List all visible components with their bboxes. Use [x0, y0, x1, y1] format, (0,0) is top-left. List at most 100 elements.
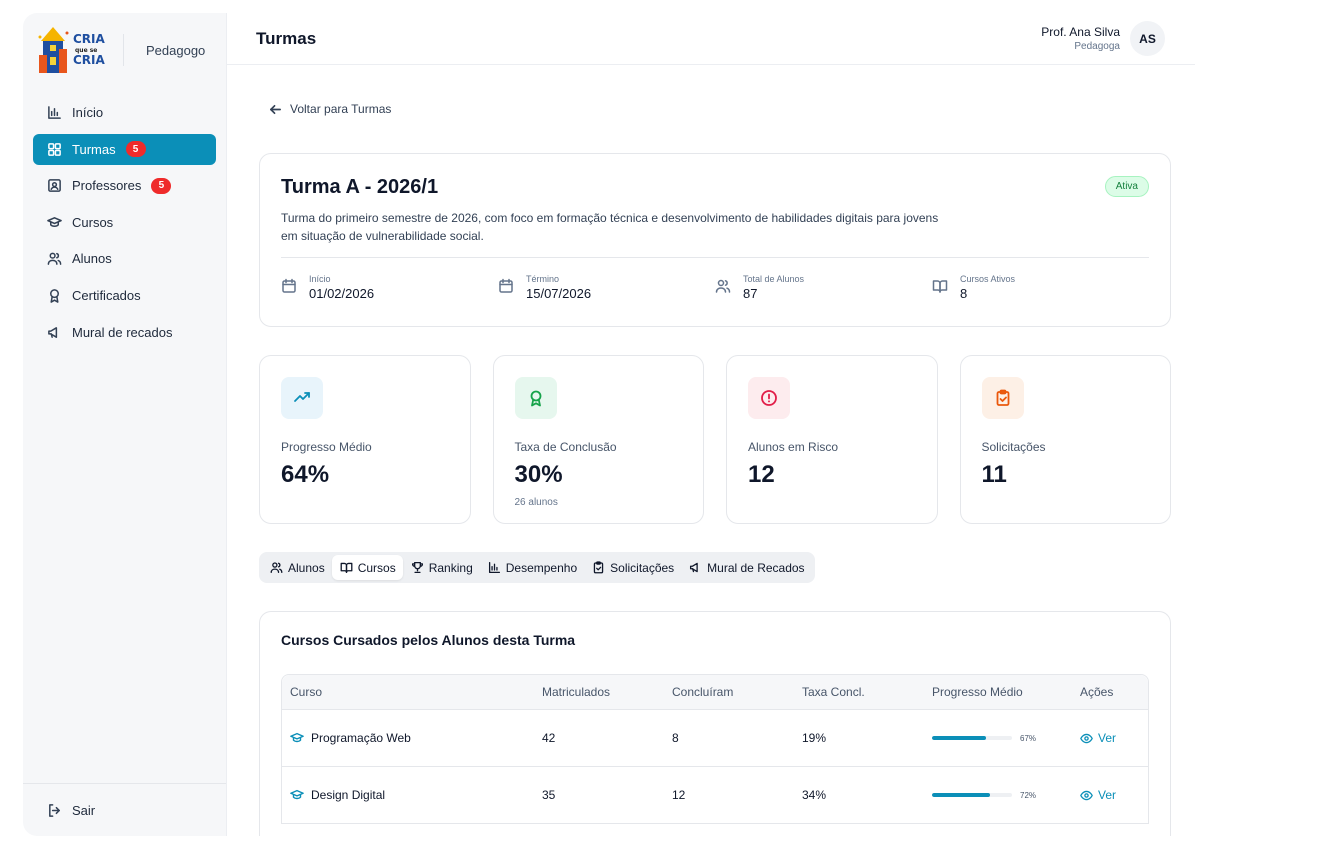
tab-label: Solicitações [610, 560, 675, 575]
main-area: Turmas Prof. Ana Silva Pedagoga AS Volta… [227, 13, 1195, 836]
actions-cell: Ver [1080, 731, 1140, 745]
col-header-matriculados[interactable]: Matriculados [542, 685, 672, 699]
sidebar-item-turmas[interactable]: Turmas 5 [33, 133, 216, 165]
kpi-row: Progresso Médio 64% Taxa de Conclusão 30… [259, 355, 1171, 524]
kpi-value: 30% [514, 461, 563, 488]
sidebar-item-inicio[interactable]: Início [33, 97, 216, 128]
avatar[interactable]: AS [1130, 21, 1165, 56]
logout-button[interactable]: Sair [23, 783, 226, 836]
table-row[interactable]: Programação Web 42 8 19% 67% Ver [282, 710, 1148, 767]
award-icon [50, 289, 59, 303]
kpi-taxa-conclusao: Taxa de Conclusão 30% 26 alunos [492, 355, 704, 524]
kpi-value: 64% [281, 461, 330, 488]
col-header-taxa[interactable]: Taxa Concl. [802, 685, 932, 699]
courses-card: Cursos Cursados pelos Alunos desta Turma… [259, 611, 1171, 836]
view-button-label: Ver [1098, 731, 1117, 745]
view-button-label: Ver [1098, 788, 1117, 802]
topbar: Turmas Prof. Ana Silva Pedagoga AS [227, 13, 1195, 65]
actions-cell: Ver [1080, 788, 1140, 802]
progress-bar-fill [932, 736, 986, 740]
stat-label: Cursos Ativos [960, 274, 1016, 284]
turma-stats: Início 01/02/2026 Término 15/07/2026 Tot… [281, 274, 1149, 301]
sidebar-item-label: Turmas [72, 141, 116, 157]
app-window: CRIA que se CRIA Pedagogo Início Turmas … [23, 13, 1195, 836]
kpi-label: Taxa de Conclusão [514, 440, 617, 454]
table-header: Curso Matriculados Concluíram Taxa Concl… [282, 675, 1148, 710]
progress-bar [932, 736, 1012, 740]
user-menu[interactable]: Prof. Ana Silva Pedagoga AS [1041, 21, 1165, 56]
sidebar-item-label: Certificados [72, 287, 141, 303]
brand-separator [123, 34, 124, 66]
completion-rate: 19% [802, 731, 827, 745]
sidebar-item-label: Início [72, 105, 104, 120]
sidebar-item-professores[interactable]: Professores 5 [33, 170, 216, 201]
progress-cell: 67% [932, 734, 1080, 743]
stat-label: Total de Alunos [743, 274, 805, 284]
kpi-value: 11 [981, 461, 1007, 488]
tab-label: Ranking [428, 560, 473, 575]
trending-up-icon [294, 392, 310, 402]
page-content: Voltar para Turmas Turma A - 2026/1 Ativ… [259, 65, 1171, 836]
view-button[interactable]: Ver [1080, 731, 1116, 745]
notification-badge: 5 [151, 177, 172, 194]
progress-label: 67% [1020, 733, 1037, 743]
back-link-label: Voltar para Turmas [290, 102, 392, 116]
users-icon [270, 562, 283, 574]
tab-mural-de-recados[interactable]: Mural de Recados [681, 555, 811, 580]
kpi-icon-box [281, 377, 323, 419]
calendar-icon [282, 278, 296, 293]
sidebar-item-certificados[interactable]: Certificados [33, 280, 216, 311]
tab-label: Cursos [357, 560, 396, 575]
course-name: Programação Web [311, 731, 411, 745]
col-header-curso[interactable]: Curso [282, 685, 542, 699]
col-header-progresso[interactable]: Progresso Médio [932, 685, 1080, 699]
trophy-icon [411, 561, 423, 574]
kpi-label: Alunos em Risco [748, 440, 839, 454]
clipboard-check-icon [996, 389, 1009, 406]
sidebar-item-mural[interactable]: Mural de recados [33, 317, 216, 348]
stat-label: Início [309, 274, 331, 284]
tab-solicitacoes[interactable]: Solicitações [584, 555, 681, 580]
users-icon [47, 252, 62, 266]
graduation-cap-icon [290, 789, 304, 800]
sidebar-item-cursos[interactable]: Cursos [33, 207, 216, 238]
table-row[interactable]: Design Digital 35 12 34% 72% Ver [282, 767, 1148, 824]
stat-total-alunos: Total de Alunos 87 [715, 274, 932, 301]
cria-logo[interactable]: CRIA que se CRIA [37, 25, 109, 75]
clipboard-check-icon [593, 561, 604, 574]
stat-value: 87 [743, 286, 758, 301]
user-info: Prof. Ana Silva Pedagoga [1041, 25, 1120, 52]
users-icon [715, 279, 731, 293]
course-name: Design Digital [311, 788, 386, 802]
tab-cursos[interactable]: Cursos [331, 555, 403, 580]
stat-termino: Término 15/07/2026 [498, 274, 715, 301]
tab-label: Desempenho [505, 560, 578, 575]
logo-text-bottom: CRIA [73, 53, 106, 67]
tab-bar: Alunos Cursos Ranking Desempenho Solicit… [259, 552, 815, 583]
kpi-solicitacoes: Solicitações 11 [959, 355, 1171, 524]
book-open-icon [932, 280, 948, 293]
turma-info-card: Turma A - 2026/1 Ativa Turma do primeiro… [259, 153, 1171, 327]
view-button[interactable]: Ver [1080, 788, 1116, 802]
sidebar-item-label: Alunos [72, 251, 112, 267]
stat-value: 8 [960, 286, 968, 301]
status-badge: Ativa [1104, 176, 1149, 197]
logo-text-top: CRIA [73, 32, 106, 46]
calendar-icon [499, 278, 513, 293]
sidebar-item-label: Professores [72, 178, 142, 194]
stat-value: 15/07/2026 [526, 286, 592, 301]
courses-table: Curso Matriculados Concluíram Taxa Concl… [281, 674, 1149, 824]
tab-ranking[interactable]: Ranking [403, 555, 480, 580]
sidebar-item-alunos[interactable]: Alunos [33, 243, 216, 274]
stat-label: Término [526, 274, 560, 284]
brand: CRIA que se CRIA Pedagogo [23, 13, 226, 87]
book-open-icon [340, 562, 353, 574]
back-link[interactable]: Voltar para Turmas [269, 102, 1171, 116]
tab-desempenho[interactable]: Desempenho [480, 555, 584, 580]
col-header-concluiram[interactable]: Concluíram [672, 685, 802, 699]
graduation-cap-icon [290, 732, 304, 743]
tab-label: Mural de Recados [707, 560, 805, 575]
bar-chart-icon [48, 106, 61, 119]
tab-alunos[interactable]: Alunos [262, 555, 332, 580]
kpi-subtext: 26 alunos [514, 497, 558, 508]
